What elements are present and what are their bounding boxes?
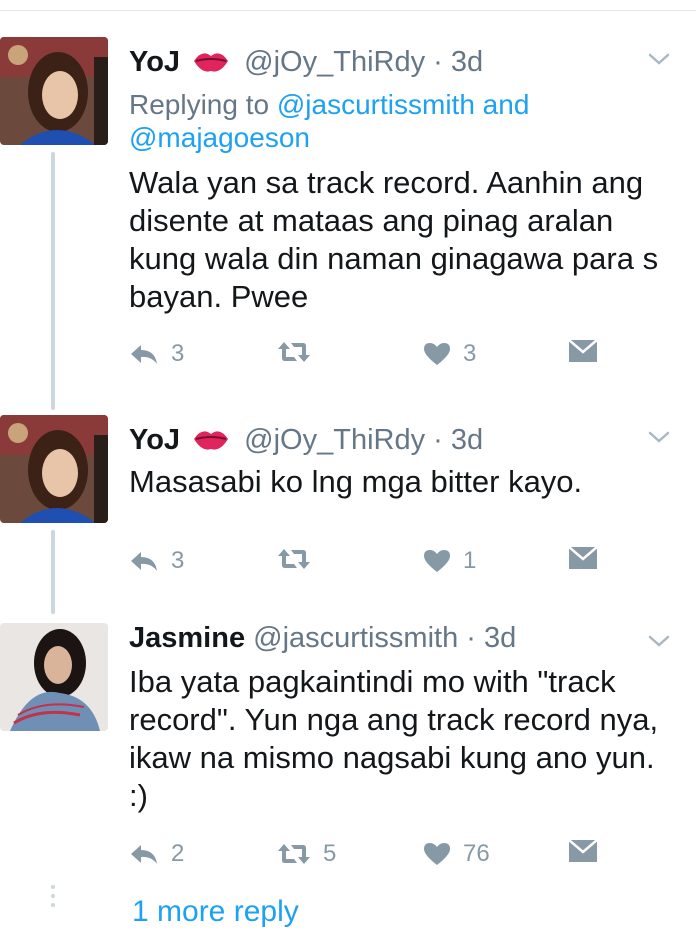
like-count: 76 [463,840,490,867]
display-name[interactable]: YoJ [129,424,180,456]
tweet-header: YoJ @jOy_ThiRdy · 3d [129,45,483,83]
retweet-button[interactable]: 5 [277,840,336,868]
direct-message-button[interactable] [569,547,597,569]
thread-connector [51,152,55,410]
handle[interactable]: @jOy_ThiRdy [244,424,425,456]
separator-dot: · [466,622,476,654]
reply-count: 3 [171,547,185,574]
retweet-icon [278,844,310,864]
like-button[interactable]: 3 [423,340,476,368]
tweet-text: Iba yata pagkaintindi mo with "track rec… [129,664,659,813]
tweet-text: Wala yan sa track record. Aanhin ang dis… [129,165,659,314]
tweet-text: Masasabi ko lng mga bitter kayo. [129,464,583,499]
like-count: 3 [463,340,477,367]
reply-icon [131,552,157,571]
retweet-button[interactable] [277,547,323,571]
timestamp[interactable]: 3d [451,424,483,456]
handle[interactable]: @jascurtissmith [253,622,458,654]
heart-icon [424,343,450,365]
kiss-lips-icon [192,427,230,461]
avatar[interactable] [0,415,108,523]
more-replies-link[interactable]: 1 more reply [132,895,299,929]
retweet-button[interactable] [277,340,323,364]
kiss-lips-icon [192,49,230,83]
reply-button[interactable]: 3 [129,340,184,368]
heart-icon [424,550,450,572]
thread-connector [51,530,55,614]
chevron-down-icon[interactable] [648,430,670,444]
tweet-header: Jasmine @jascurtissmith · 3d [129,621,516,655]
tweet-actions: 2 5 76 [129,840,669,870]
envelope-icon [569,547,597,569]
retweet-icon [278,549,310,569]
retweet-count: 5 [323,840,337,867]
avatar[interactable] [0,37,108,145]
like-count: 1 [463,547,477,574]
like-button[interactable]: 1 [423,547,476,575]
heart-icon [424,843,450,865]
separator-dot: · [433,46,443,78]
replying-to: Replying to @jascurtissmith and @majagoe… [129,88,669,154]
handle[interactable]: @jOy_ThiRdy [244,46,425,78]
direct-message-button[interactable] [569,840,597,862]
tweet-header: YoJ @jOy_ThiRdy · 3d [129,423,483,461]
chevron-down-icon[interactable] [648,52,670,66]
reply-icon [131,345,157,364]
tweet-actions: 3 1 [129,547,669,577]
replying-and: and [482,89,530,120]
reply-count: 3 [171,340,185,367]
reply-count: 2 [171,840,185,867]
envelope-icon [569,840,597,862]
mention-link[interactable]: @majagoeson [129,122,310,153]
top-divider [0,10,696,11]
display-name[interactable]: Jasmine [129,622,245,654]
timestamp[interactable]: 3d [451,46,483,78]
timestamp[interactable]: 3d [484,622,516,654]
mention-link[interactable]: @jascurtissmith [277,89,475,120]
avatar[interactable] [0,623,108,731]
retweet-icon [278,342,310,362]
tweet-actions: 3 3 [129,340,669,370]
separator-dot: · [433,424,443,456]
display-name[interactable]: YoJ [129,46,180,78]
replying-label: Replying to [129,89,270,120]
thread-more-dots [51,885,55,912]
reply-button[interactable]: 2 [129,840,184,868]
direct-message-button[interactable] [569,340,597,362]
reply-button[interactable]: 3 [129,547,184,575]
like-button[interactable]: 76 [423,840,490,868]
envelope-icon [569,340,597,362]
chevron-down-icon[interactable] [648,634,670,648]
reply-icon [131,845,157,864]
